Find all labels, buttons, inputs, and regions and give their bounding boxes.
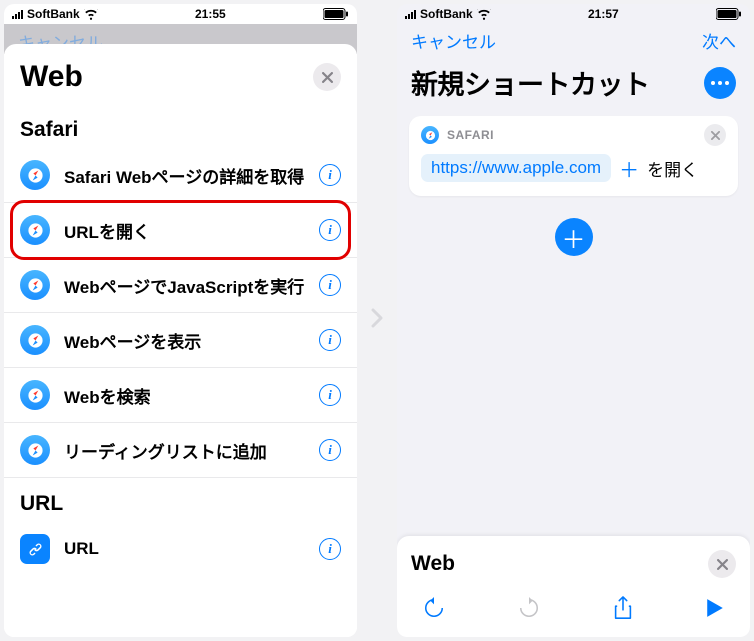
undo-icon <box>423 597 445 619</box>
action-safari-web-detail[interactable]: Safari Webページの詳細を取得 i <box>4 148 357 203</box>
left-phone: SoftBank 21:55 キャンセル Web Safari Safari W… <box>4 4 357 637</box>
status-bar: SoftBank 21:57 <box>397 4 750 24</box>
sheet-title: Web <box>20 60 313 94</box>
action-open-url[interactable]: URLを開く i <box>4 203 357 258</box>
info-button[interactable]: i <box>319 329 341 351</box>
redo-button[interactable] <box>518 597 540 624</box>
info-button[interactable]: i <box>319 439 341 461</box>
action-label: URLを開く <box>64 218 305 243</box>
carrier-label: SoftBank <box>27 7 80 21</box>
info-button[interactable]: i <box>319 164 341 186</box>
safari-icon <box>20 160 50 190</box>
action-label: Webページを表示 <box>64 328 305 353</box>
action-label: WebページでJavaScriptを実行 <box>64 273 305 298</box>
safari-icon <box>421 126 439 144</box>
close-icon <box>711 131 720 140</box>
cancel-button[interactable]: キャンセル <box>411 28 496 53</box>
safari-icon <box>20 215 50 245</box>
card-app-label: SAFARI <box>447 128 494 142</box>
battery-icon <box>716 8 742 20</box>
clock: 21:55 <box>98 7 323 21</box>
action-search-web[interactable]: Webを検索 i <box>4 368 357 423</box>
wifi-icon <box>477 9 491 20</box>
close-icon <box>322 72 333 83</box>
safari-icon <box>20 435 50 465</box>
action-card[interactable]: SAFARI https://www.apple.com ＋ を開く <box>409 116 738 196</box>
info-button[interactable]: i <box>319 384 341 406</box>
play-icon <box>706 598 724 618</box>
next-button[interactable]: 次へ <box>702 28 736 53</box>
bottom-panel: Web <box>397 536 750 637</box>
signal-icon <box>405 9 416 19</box>
url-value[interactable]: https://www.apple.com <box>421 154 611 182</box>
link-icon <box>20 534 50 564</box>
wifi-icon <box>84 9 98 20</box>
share-button[interactable] <box>613 596 633 625</box>
section-safari: Safari <box>4 104 357 148</box>
battery-icon <box>323 8 349 20</box>
nav-bar: キャンセル 次へ <box>397 24 750 61</box>
status-bar: SoftBank 21:55 <box>4 4 357 24</box>
chevron-right-icon <box>371 308 383 333</box>
remove-button[interactable] <box>704 124 726 146</box>
page-title: 新規ショートカット <box>411 63 694 102</box>
card-suffix: を開く <box>647 156 698 181</box>
safari-icon <box>20 325 50 355</box>
close-button[interactable] <box>313 63 341 91</box>
carrier-label: SoftBank <box>420 7 473 21</box>
safari-icon <box>20 380 50 410</box>
clock: 21:57 <box>491 7 716 21</box>
safari-icon <box>20 270 50 300</box>
action-label: Webを検索 <box>64 383 305 408</box>
action-label: リーディングリストに追加 <box>64 438 305 463</box>
add-action-button[interactable]: ＋ <box>555 218 593 256</box>
bottom-title: Web <box>411 552 708 576</box>
action-reading-list[interactable]: リーディングリストに追加 i <box>4 423 357 478</box>
action-label: URL <box>64 539 305 559</box>
action-show-page[interactable]: Webページを表示 i <box>4 313 357 368</box>
close-button[interactable] <box>708 550 736 578</box>
action-sheet: Web Safari Safari Webページの詳細を取得 i URLを開く … <box>4 44 357 637</box>
play-button[interactable] <box>706 598 724 623</box>
signal-icon <box>12 9 23 19</box>
action-run-js[interactable]: WebページでJavaScriptを実行 i <box>4 258 357 313</box>
more-button[interactable] <box>704 67 736 99</box>
info-button[interactable]: i <box>319 274 341 296</box>
undo-button[interactable] <box>423 597 445 624</box>
action-label: Safari Webページの詳細を取得 <box>64 163 305 188</box>
action-url[interactable]: URL i <box>4 522 357 576</box>
close-icon <box>717 559 728 570</box>
info-button[interactable]: i <box>319 538 341 560</box>
redo-icon <box>518 597 540 619</box>
share-icon <box>613 596 633 620</box>
section-url: URL <box>4 478 357 522</box>
add-variable-button[interactable]: ＋ <box>617 156 641 180</box>
right-phone: SoftBank 21:57 キャンセル 次へ 新規ショートカット SAFARI <box>397 4 750 637</box>
info-button[interactable]: i <box>319 219 341 241</box>
